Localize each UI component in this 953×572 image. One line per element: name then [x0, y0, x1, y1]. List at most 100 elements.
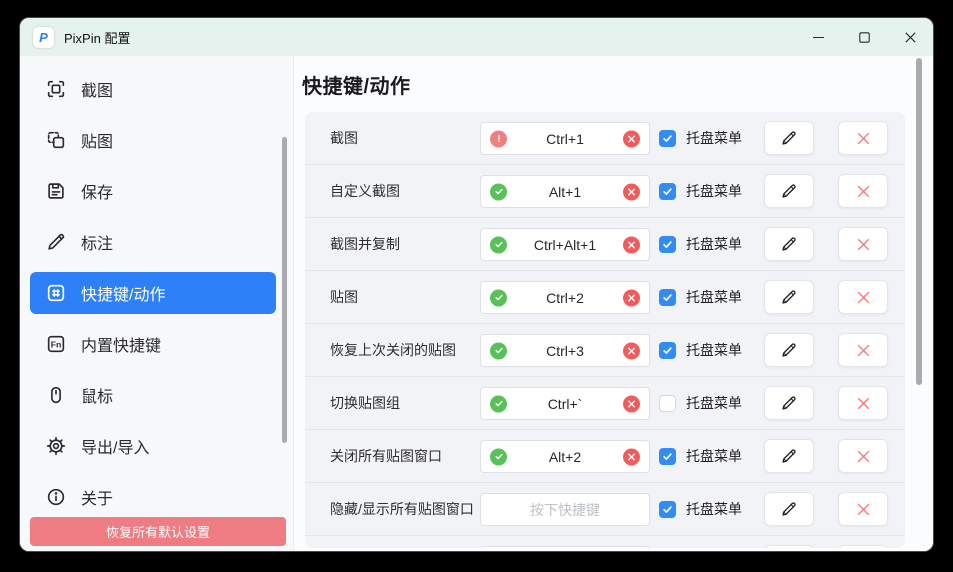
clear-hotkey-icon[interactable]: [623, 342, 640, 359]
tray-menu-checkbox[interactable]: [659, 289, 676, 306]
hotkey-row-label: 恢复上次关闭的贴图: [330, 340, 456, 360]
tray-menu-checkbox[interactable]: [659, 395, 676, 412]
tray-menu-checkbox[interactable]: [659, 501, 676, 518]
delete-hotkey-button[interactable]: [838, 439, 888, 473]
save-icon: [45, 180, 67, 202]
window-title: PixPin 配置: [64, 28, 130, 47]
svg-text:Fn: Fn: [51, 339, 62, 349]
pencil-icon: [780, 341, 798, 359]
pixpin-logo-icon: P: [33, 27, 54, 48]
pencil-icon: [780, 129, 798, 147]
delete-hotkey-button[interactable]: [838, 280, 888, 314]
hotkey-hash-icon: [45, 282, 67, 304]
sidebar-item-save[interactable]: 保存: [30, 170, 276, 212]
hotkey-input[interactable]: Ctrl+Alt+1: [480, 228, 650, 261]
sidebar-item-label: 快捷键/动作: [81, 281, 165, 305]
restore-defaults-button[interactable]: 恢复所有默认设置: [30, 517, 286, 546]
delete-x-icon: [855, 130, 872, 147]
sidebar-nav: 截图 贴图 保存: [20, 56, 293, 518]
hotkey-input[interactable]: 按下快捷键: [480, 493, 650, 526]
sidebar: 截图 贴图 保存: [20, 56, 294, 551]
hotkey-value: [481, 547, 649, 548]
edit-hotkey-button[interactable]: [764, 492, 814, 526]
page-title: 快捷键/动作: [302, 70, 411, 99]
sidebar-item-builtin-hotkeys[interactable]: Fn 内置快捷键: [30, 323, 276, 365]
sidebar-item-hotkeys[interactable]: 快捷键/动作: [30, 272, 276, 314]
minimize-icon: [813, 32, 824, 43]
tray-menu-label: 托盘菜单: [686, 393, 742, 413]
hotkey-row: 自定义截图 Alt+1 托盘菜单: [305, 165, 905, 218]
desktop-background: { "colors": { "titlebar_bg": "#e6f2ed", …: [0, 0, 953, 572]
pin-image-icon: [45, 129, 67, 151]
tray-menu-checkbox[interactable]: [659, 448, 676, 465]
maximize-button[interactable]: [841, 18, 887, 56]
sidebar-item-label: 保存: [81, 179, 113, 203]
window-controls: [795, 18, 933, 56]
delete-x-icon: [855, 395, 872, 412]
hotkey-value: 按下快捷键: [481, 494, 649, 525]
close-button[interactable]: [887, 18, 933, 56]
clear-hotkey-icon[interactable]: [623, 130, 640, 147]
minimize-button[interactable]: [795, 18, 841, 56]
edit-hotkey-button[interactable]: [764, 439, 814, 473]
tray-menu-checkbox[interactable]: [659, 183, 676, 200]
sidebar-item-pin-image[interactable]: 贴图: [30, 119, 276, 161]
pencil-icon: [780, 394, 798, 412]
clear-hotkey-icon[interactable]: [623, 236, 640, 253]
tray-menu-checkbox[interactable]: [659, 236, 676, 253]
edit-hotkey-button[interactable]: [764, 545, 814, 548]
tray-menu-label: 托盘菜单: [686, 446, 742, 466]
delete-hotkey-button[interactable]: [838, 227, 888, 261]
hotkey-row-label: 贴图: [330, 287, 358, 307]
clear-hotkey-icon[interactable]: [623, 183, 640, 200]
hotkey-input[interactable]: [480, 546, 650, 548]
hotkey-row: 切换贴图组 Ctrl+` 托盘菜单: [305, 377, 905, 430]
annotate-pencil-icon: [45, 231, 67, 253]
hotkey-row-label: 截图: [330, 128, 358, 148]
sidebar-item-screenshot[interactable]: 截图: [30, 68, 276, 110]
edit-hotkey-button[interactable]: [764, 386, 814, 420]
tray-menu-checkbox[interactable]: [659, 130, 676, 147]
tray-menu-checkbox[interactable]: [659, 342, 676, 359]
delete-hotkey-button[interactable]: [838, 492, 888, 526]
edit-hotkey-button[interactable]: [764, 174, 814, 208]
delete-hotkey-button[interactable]: [838, 333, 888, 367]
hotkey-input[interactable]: Ctrl+2: [480, 281, 650, 314]
hotkey-input[interactable]: Ctrl+3: [480, 334, 650, 367]
tray-menu-label: 托盘菜单: [686, 234, 742, 254]
delete-hotkey-button[interactable]: [838, 545, 888, 548]
tray-menu-label: 托盘菜单: [686, 287, 742, 307]
hotkey-input[interactable]: Ctrl+`: [480, 387, 650, 420]
edit-hotkey-button[interactable]: [764, 333, 814, 367]
delete-hotkey-button[interactable]: [838, 174, 888, 208]
delete-x-icon: [855, 448, 872, 465]
titlebar[interactable]: P PixPin 配置: [20, 18, 933, 56]
delete-x-icon: [855, 289, 872, 306]
sidebar-item-label: 标注: [81, 230, 113, 254]
edit-hotkey-button[interactable]: [764, 227, 814, 261]
delete-hotkey-button[interactable]: [838, 386, 888, 420]
clear-hotkey-icon[interactable]: [623, 448, 640, 465]
tray-menu-label: 托盘菜单: [686, 128, 742, 148]
sidebar-item-mouse[interactable]: 鼠标: [30, 374, 276, 416]
sidebar-item-export-import[interactable]: 导出/导入: [30, 425, 276, 467]
main-content: 快捷键/动作 截图 Ctrl+1 托盘菜单: [294, 56, 933, 551]
hotkey-input[interactable]: Alt+1: [480, 175, 650, 208]
sidebar-item-label: 内置快捷键: [81, 332, 161, 356]
main-scrollbar[interactable]: [916, 58, 922, 385]
clear-hotkey-icon[interactable]: [623, 289, 640, 306]
hotkey-input[interactable]: Ctrl+1: [480, 122, 650, 155]
edit-hotkey-button[interactable]: [764, 280, 814, 314]
sidebar-scrollbar[interactable]: [282, 137, 287, 443]
edit-hotkey-button[interactable]: [764, 121, 814, 155]
delete-hotkey-button[interactable]: [838, 121, 888, 155]
tray-menu-label: 托盘菜单: [686, 340, 742, 360]
clear-hotkey-icon[interactable]: [623, 395, 640, 412]
sidebar-item-label: 关于: [81, 485, 113, 509]
sidebar-item-annotate[interactable]: 标注: [30, 221, 276, 263]
hotkey-row: 恢复上次关闭的贴图 Ctrl+3 托盘菜单: [305, 324, 905, 377]
hotkey-input[interactable]: Alt+2: [480, 440, 650, 473]
pencil-icon: [780, 235, 798, 253]
info-icon: [45, 486, 67, 508]
sidebar-item-about[interactable]: 关于: [30, 476, 276, 518]
